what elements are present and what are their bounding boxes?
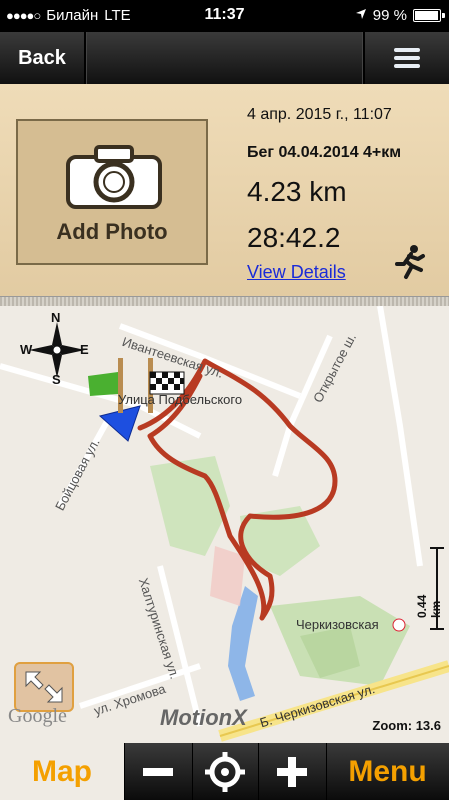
nav-bar: Back xyxy=(0,32,449,85)
minus-icon xyxy=(143,767,173,776)
compass-icon xyxy=(29,322,85,378)
add-photo-label: Add Photo xyxy=(56,219,168,244)
compass-e: E xyxy=(80,342,89,357)
zoom-out-button[interactable] xyxy=(124,743,193,800)
camera-icon xyxy=(66,145,162,214)
google-attribution: Google xyxy=(8,705,67,727)
bottom-toolbar: Map Menu xyxy=(0,743,449,800)
metro-station-label: Черкизовская xyxy=(296,617,379,632)
back-button[interactable]: Back xyxy=(0,32,86,84)
activity-date: 4 апр. 2015 г., 11:07 xyxy=(247,106,392,123)
running-person-icon xyxy=(392,244,426,285)
status-bar: ●●●●○ Билайн LTE 11:37 99 % xyxy=(0,0,449,32)
plus-icon xyxy=(277,756,307,787)
map-button[interactable]: Map xyxy=(0,743,125,800)
add-photo-button[interactable]: Add Photo xyxy=(16,119,208,265)
view-details-link[interactable]: View Details xyxy=(247,262,346,283)
street-label: Улица Подбельского xyxy=(118,392,243,407)
scale-label: 0.44 km xyxy=(415,594,443,618)
hamburger-menu-button[interactable] xyxy=(363,32,449,84)
compass-n: N xyxy=(51,310,61,325)
map-view[interactable]: N S W E Ивантеевская ул. Улица Подбельск… xyxy=(0,306,449,743)
expand-arrows-icon xyxy=(25,671,63,703)
compass-w: W xyxy=(20,342,33,357)
crosshair-icon xyxy=(205,751,245,792)
compass-s: S xyxy=(52,372,61,387)
menu-button[interactable]: Menu xyxy=(326,743,449,800)
battery-percent: 99 % xyxy=(372,7,407,24)
zoom-in-button[interactable] xyxy=(258,743,327,800)
recenter-button[interactable] xyxy=(192,743,259,800)
activity-distance: 4.23 km xyxy=(247,176,347,207)
activity-name: Бег 04.04.2014 4+км xyxy=(247,144,402,161)
activity-duration: 28:42.2 xyxy=(247,222,341,253)
motionx-logo: MotionX xyxy=(160,705,247,730)
location-arrow-icon xyxy=(355,7,367,24)
hamburger-icon xyxy=(394,44,420,72)
zoom-level: Zoom: 13.6 xyxy=(372,718,441,733)
battery-icon xyxy=(413,9,445,22)
activity-summary-panel: Add Photo 4 апр. 2015 г., 11:07 Бег 04.0… xyxy=(0,84,449,296)
